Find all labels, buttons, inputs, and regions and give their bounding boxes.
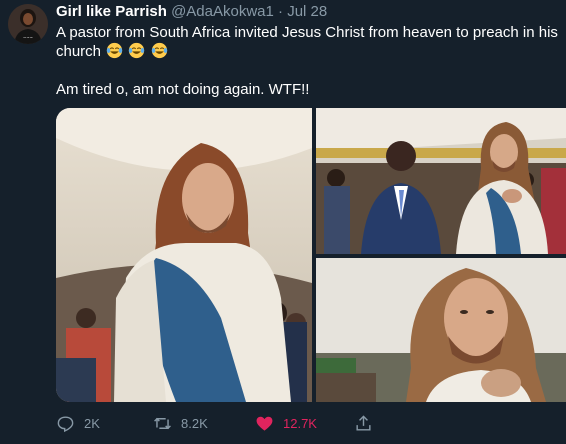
tweet-header: Girl like Parrish @AdaAkokwa1 · Jul 28 (56, 3, 327, 21)
svg-text:~~~: ~~~ (23, 35, 33, 40)
header-separator: · (278, 3, 284, 20)
laughing-emoji-icon (107, 42, 123, 59)
avatar[interactable]: ~~~ (8, 4, 48, 44)
photo-left[interactable] (56, 108, 312, 402)
tweet-date[interactable]: Jul 28 (287, 3, 327, 20)
reply-button[interactable]: 2K (56, 414, 100, 433)
retweet-icon (154, 417, 171, 430)
tweet-text-line-2: church (56, 42, 168, 61)
author-handle[interactable]: @AdaAkokwa1 (171, 3, 274, 20)
like-button[interactable]: 12.7K (255, 414, 317, 433)
reply-icon (57, 416, 74, 433)
share-icon (356, 415, 371, 431)
share-button[interactable] (354, 414, 373, 433)
avatar-photo: ~~~ (8, 4, 48, 44)
laughing-emoji-icon (129, 42, 145, 59)
photo-bottom-right[interactable] (316, 258, 566, 402)
retweet-count: 8.2K (181, 416, 208, 431)
media-grid (56, 108, 566, 402)
laughing-emoji-icon (151, 42, 167, 59)
author-name[interactable]: Girl like Parrish (56, 3, 167, 20)
reply-count: 2K (84, 416, 100, 431)
tweet-text-line-1: A pastor from South Africa invited Jesus… (56, 24, 558, 41)
retweet-button[interactable]: 8.2K (153, 414, 208, 433)
photo-top-right[interactable] (316, 108, 566, 254)
heart-icon (256, 416, 273, 431)
tweet-text-word: church (56, 43, 102, 60)
tweet-text-line-3: Am tired o, am not doing again. WTF!! (56, 81, 310, 98)
like-count: 12.7K (283, 416, 317, 431)
